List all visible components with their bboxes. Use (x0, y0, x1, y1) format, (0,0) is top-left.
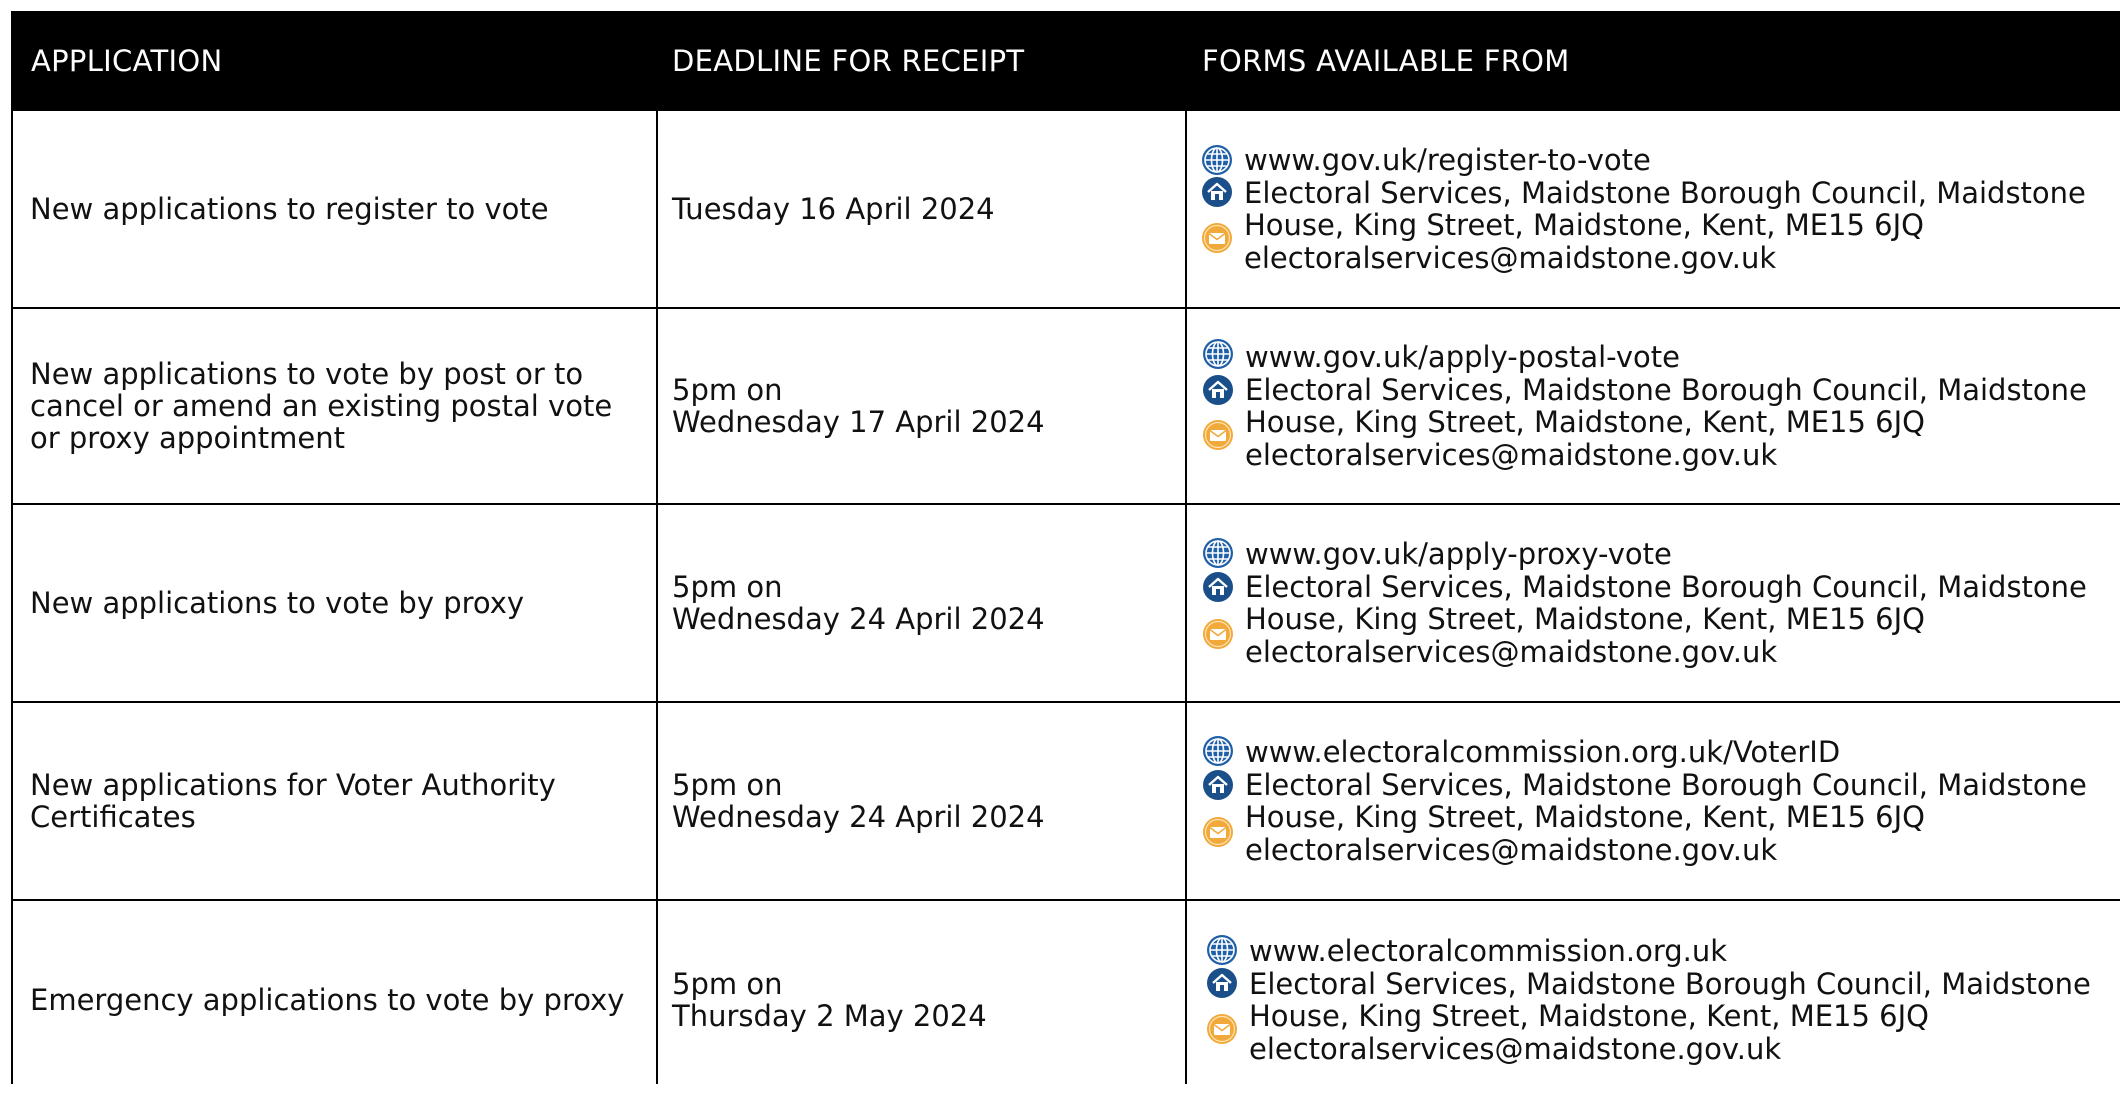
forms-icons (1201, 538, 1245, 668)
forms-cell: www.gov.uk/register-to-vote Electoral Ser… (1200, 111, 2086, 307)
deadline-text: 5pm on Wednesday 24 April 2024 (672, 570, 1045, 636)
column-divider (1185, 111, 1187, 1084)
website-link[interactable]: www.electoralcommission.org.uk (1249, 935, 2091, 968)
table-row: Emergency applications to vote by proxy … (13, 901, 2120, 1084)
house-icon (1201, 373, 1235, 407)
postal-address: Electoral Services, Maidstone Borough Co… (1244, 175, 2086, 242)
envelope-icon (1201, 418, 1235, 452)
forms-icons (1201, 341, 1245, 471)
email-link[interactable]: electoralservices@maidstone.gov.uk (1244, 241, 2086, 275)
email-link[interactable]: electoralservices@maidstone.gov.uk (1249, 1032, 2091, 1066)
deadline-cell: 5pm on Wednesday 24 April 2024 (672, 505, 1182, 701)
postal-address: Electoral Services, Maidstone Borough Co… (1249, 966, 2091, 1033)
deadline-cell: 5pm on Thursday 2 May 2024 (672, 901, 1182, 1099)
application-text: Emergency applications to vote by proxy (30, 983, 625, 1017)
table-row: New applications to vote by proxy 5pm on… (13, 505, 2120, 703)
deadline-cell: Tuesday 16 April 2024 (672, 111, 1182, 307)
deadline-text: 5pm on Wednesday 17 April 2024 (672, 373, 1045, 439)
deadline-text: 5pm on Thursday 2 May 2024 (672, 967, 987, 1033)
header-deadline: DEADLINE FOR RECEIPT (672, 44, 1025, 78)
house-icon (1205, 966, 1239, 1000)
website-link[interactable]: www.gov.uk/apply-postal-vote (1245, 341, 2087, 374)
envelope-icon (1201, 815, 1235, 849)
house-icon (1201, 768, 1235, 802)
deadline-text: 5pm on Wednesday 24 April 2024 (672, 768, 1045, 834)
forms-text: www.electoralcommission.org.uk Electoral … (1249, 935, 2091, 1065)
application-cell: New applications to vote by proxy (30, 505, 650, 701)
table-header: APPLICATION DEADLINE FOR RECEIPT FORMS A… (13, 11, 2120, 111)
forms-cell: www.electoralcommission.org.uk Electoral … (1205, 901, 2091, 1099)
globe-icon (1200, 143, 1234, 177)
envelope-icon (1205, 1012, 1239, 1046)
forms-icons (1205, 935, 1249, 1065)
application-cell: New applications to register to vote (30, 111, 650, 307)
envelope-icon (1201, 617, 1235, 651)
deadline-text: Tuesday 16 April 2024 (672, 192, 995, 226)
table-row: New applications to register to vote Tue… (13, 111, 2120, 309)
email-link[interactable]: electoralservices@maidstone.gov.uk (1245, 635, 2087, 669)
forms-text: www.gov.uk/register-to-vote Electoral Ser… (1244, 144, 2086, 274)
deadlines-table: APPLICATION DEADLINE FOR RECEIPT FORMS A… (11, 11, 2120, 1084)
application-text: New applications to register to vote (30, 192, 549, 226)
application-text: New applications to vote by proxy (30, 586, 525, 620)
website-link[interactable]: www.gov.uk/apply-proxy-vote (1245, 538, 2087, 571)
header-forms: FORMS AVAILABLE FROM (1202, 44, 1570, 78)
forms-icons (1200, 144, 1244, 274)
house-icon (1200, 175, 1234, 209)
forms-cell: www.gov.uk/apply-postal-vote Electoral Se… (1201, 309, 2087, 503)
website-link[interactable]: www.electoralcommission.org.uk/VoterID (1245, 736, 2087, 769)
column-divider (656, 111, 658, 1084)
postal-address: Electoral Services, Maidstone Borough Co… (1245, 372, 2087, 439)
globe-icon (1201, 734, 1235, 768)
header-application: APPLICATION (31, 44, 223, 78)
envelope-icon (1200, 221, 1234, 255)
email-link[interactable]: electoralservices@maidstone.gov.uk (1245, 833, 2087, 867)
forms-text: www.gov.uk/apply-proxy-vote Electoral Ser… (1245, 538, 2087, 668)
globe-icon (1201, 337, 1235, 371)
forms-cell: www.electoralcommission.org.uk/VoterID El… (1201, 703, 2087, 899)
application-cell: Emergency applications to vote by proxy (30, 901, 650, 1099)
globe-icon (1205, 933, 1239, 967)
website-link[interactable]: www.gov.uk/register-to-vote (1244, 144, 2086, 177)
table-row: New applications to vote by post or to c… (13, 309, 2120, 505)
forms-icons (1201, 736, 1245, 866)
forms-text: www.electoralcommission.org.uk/VoterID El… (1245, 736, 2087, 866)
deadline-cell: 5pm on Wednesday 24 April 2024 (672, 703, 1182, 899)
house-icon (1201, 570, 1235, 604)
postal-address: Electoral Services, Maidstone Borough Co… (1245, 569, 2087, 636)
postal-address: Electoral Services, Maidstone Borough Co… (1245, 767, 2087, 834)
forms-text: www.gov.uk/apply-postal-vote Electoral Se… (1245, 341, 2087, 471)
application-text: New applications for Voter Authority Cer… (30, 768, 556, 834)
globe-icon (1201, 536, 1235, 570)
table-row: New applications for Voter Authority Cer… (13, 703, 2120, 901)
application-cell: New applications to vote by post or to c… (30, 309, 650, 503)
forms-cell: www.gov.uk/apply-proxy-vote Electoral Ser… (1201, 505, 2087, 701)
email-link[interactable]: electoralservices@maidstone.gov.uk (1245, 438, 2087, 472)
application-text: New applications to vote by post or to c… (30, 357, 613, 455)
application-cell: New applications for Voter Authority Cer… (30, 703, 650, 899)
deadline-cell: 5pm on Wednesday 17 April 2024 (672, 309, 1182, 503)
